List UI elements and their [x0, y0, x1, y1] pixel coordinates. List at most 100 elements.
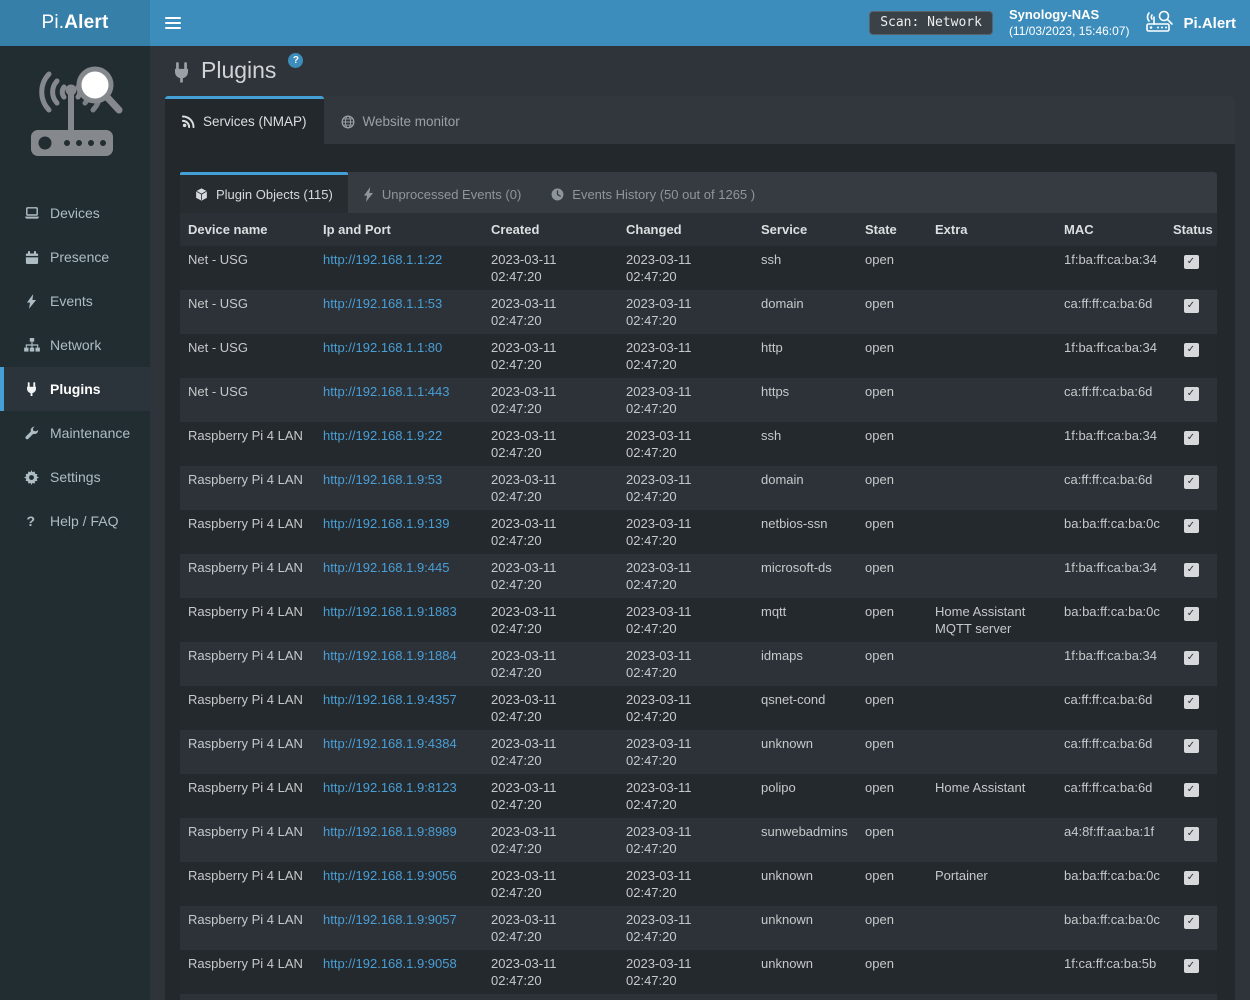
- table-row[interactable]: Raspberry Pi 4 LANhttp://192.168.1.9:898…: [180, 818, 1217, 862]
- status-checkbox[interactable]: ✓: [1184, 607, 1199, 621]
- sidebar-item-settings[interactable]: Settings: [0, 455, 150, 499]
- help-badge[interactable]: ?: [288, 53, 303, 68]
- ip-port-link[interactable]: http://192.168.1.9:53: [323, 472, 442, 487]
- mac-cell: ca:ff:ff:ca:ba:6d: [1056, 730, 1165, 774]
- ip-port-link: http://192.168.1.9:8989: [315, 818, 483, 862]
- ip-port-link[interactable]: http://192.168.1.1:80: [323, 340, 442, 355]
- status-checkbox[interactable]: ✓: [1184, 915, 1199, 929]
- table-row[interactable]: Raspberry Pi 4 LANhttp://192.168.1.9:905…: [180, 862, 1217, 906]
- device-name-cell: Net - USG: [180, 378, 315, 422]
- sidebar-item-help-faq[interactable]: ?Help / FAQ: [0, 499, 150, 543]
- brand-prefix: Pi.: [41, 12, 64, 34]
- tab-events-history[interactable]: Events History (50 out of 1265 ): [536, 172, 770, 213]
- status-checkbox[interactable]: ✓: [1184, 959, 1199, 973]
- router-scan-icon: [1145, 10, 1175, 37]
- changed-cell: 2023-03-11 02:47:20: [618, 290, 753, 334]
- ip-port-link[interactable]: http://192.168.1.9:9058: [323, 956, 457, 971]
- mac-cell: ca:ff:ff:ca:ba:6d: [1056, 466, 1165, 510]
- status-checkbox[interactable]: ✓: [1184, 387, 1199, 401]
- mac-cell: ca:ff:ff:ca:ba:6d: [1056, 686, 1165, 730]
- status-checkbox[interactable]: ✓: [1184, 431, 1199, 445]
- sidebar-item-plugins[interactable]: Plugins: [0, 367, 150, 411]
- tab-website-monitor[interactable]: Website monitor: [324, 96, 477, 144]
- ip-port-link[interactable]: http://192.168.1.9:9056: [323, 868, 457, 883]
- created-cell: 2023-03-11 02:47:20: [483, 246, 618, 290]
- ip-port-link[interactable]: http://192.168.1.9:445: [323, 560, 450, 575]
- tab-plugin-objects[interactable]: Plugin Objects (115): [180, 172, 348, 213]
- table-row[interactable]: Raspberry Pi 4 LANhttp://192.168.1.9:222…: [180, 422, 1217, 466]
- device-name-cell: Raspberry Pi 4 LAN: [180, 994, 315, 1000]
- ip-port-link[interactable]: http://192.168.1.9:9057: [323, 912, 457, 927]
- sidebar-item-maintenance[interactable]: Maintenance: [0, 411, 150, 455]
- column-header-device-name: Device name: [180, 213, 315, 246]
- state-cell: open: [857, 510, 927, 554]
- ip-port-link[interactable]: http://192.168.1.9:4384: [323, 736, 457, 751]
- table-row[interactable]: Raspberry Pi 4 LANhttp://192.168.1.9:532…: [180, 466, 1217, 510]
- app-badge: Pi.Alert: [1145, 10, 1236, 37]
- status-checkbox[interactable]: ✓: [1184, 739, 1199, 753]
- sidebar-item-devices[interactable]: Devices: [0, 191, 150, 235]
- status-checkbox[interactable]: ✓: [1184, 343, 1199, 357]
- table-row[interactable]: Net - USGhttp://192.168.1.1:532023-03-11…: [180, 290, 1217, 334]
- table-row[interactable]: Raspberry Pi 4 LANhttp://192.168.1.9:438…: [180, 730, 1217, 774]
- changed-cell: 2023-03-11 02:47:20: [618, 246, 753, 290]
- status-checkbox[interactable]: ✓: [1184, 475, 1199, 489]
- sidebar-toggle-button[interactable]: [150, 0, 196, 46]
- ip-port-link[interactable]: http://192.168.1.9:4357: [323, 692, 457, 707]
- ip-port-link[interactable]: http://192.168.1.9:139: [323, 516, 450, 531]
- status-checkbox[interactable]: ✓: [1184, 783, 1199, 797]
- status-checkbox[interactable]: ✓: [1184, 651, 1199, 665]
- table-row[interactable]: Raspberry Pi 4 LANhttp://192.168.1.9:905…: [180, 950, 1217, 994]
- ip-port-link[interactable]: http://192.168.1.9:1884: [323, 648, 457, 663]
- table-row[interactable]: Raspberry Pi 4 LANhttp://192.168.1.9:139…: [180, 510, 1217, 554]
- status-checkbox[interactable]: ✓: [1184, 563, 1199, 577]
- services-panel: Plugin Objects (115)Unprocessed Events (…: [165, 144, 1235, 1000]
- table-row[interactable]: Raspberry Pi 4 LANhttp://192.168.1.9:905…: [180, 906, 1217, 950]
- table-row[interactable]: Raspberry Pi 4 LANhttp://192.168.1.9:812…: [180, 774, 1217, 818]
- ip-port-link[interactable]: http://192.168.1.1:443: [323, 384, 450, 399]
- status-cell: ✓: [1165, 862, 1217, 906]
- ip-port-link[interactable]: http://192.168.1.9:1883: [323, 604, 457, 619]
- state-cell: open: [857, 378, 927, 422]
- ip-port-link: http://192.168.1.9:4357: [315, 686, 483, 730]
- service-cell: polipo: [753, 774, 857, 818]
- device-name-cell: Raspberry Pi 4 LAN: [180, 554, 315, 598]
- status-checkbox[interactable]: ✓: [1184, 299, 1199, 313]
- tab-unprocessed-events[interactable]: Unprocessed Events (0): [348, 172, 536, 213]
- sidebar-item-label: Plugins: [50, 381, 101, 397]
- table-row[interactable]: Raspberry Pi 4 LANhttp://192.168.1.9:435…: [180, 686, 1217, 730]
- mac-cell: ba:ba:ff:ca:ba:0c: [1056, 994, 1165, 1000]
- ip-port-link[interactable]: http://192.168.1.9:8989: [323, 824, 457, 839]
- table-row[interactable]: Net - USGhttp://192.168.1.1:222023-03-11…: [180, 246, 1217, 290]
- status-checkbox[interactable]: ✓: [1184, 827, 1199, 841]
- created-cell: 2023-03-11 02:47:20: [483, 554, 618, 598]
- status-checkbox[interactable]: ✓: [1184, 871, 1199, 885]
- created-cell: 2023-03-11 02:47:20: [483, 466, 618, 510]
- sidebar-item-network[interactable]: Network: [0, 323, 150, 367]
- service-cell: qsnet-cond: [753, 686, 857, 730]
- service-cell: domain: [753, 290, 857, 334]
- table-row[interactable]: Net - USGhttp://192.168.1.1:4432023-03-1…: [180, 378, 1217, 422]
- created-cell: 2023-03-11 02:47:20: [483, 906, 618, 950]
- ip-port-link[interactable]: http://192.168.1.1:53: [323, 296, 442, 311]
- table-row[interactable]: Raspberry Pi 4 LANhttp://192.168.1.9:188…: [180, 598, 1217, 642]
- changed-cell: 2023-03-11 02:47:20: [618, 334, 753, 378]
- status-checkbox[interactable]: ✓: [1184, 695, 1199, 709]
- status-cell: ✓: [1165, 246, 1217, 290]
- ip-port-link[interactable]: http://192.168.1.1:22: [323, 252, 442, 267]
- created-cell: 2023-03-11 02:47:20: [483, 730, 618, 774]
- ip-port-link[interactable]: http://192.168.1.9:8123: [323, 780, 457, 795]
- plugin-card: Plugin Objects (115)Unprocessed Events (…: [180, 172, 1217, 1000]
- status-checkbox[interactable]: ✓: [1184, 519, 1199, 533]
- tab-services-nmap[interactable]: Services (NMAP): [165, 96, 324, 144]
- status-checkbox[interactable]: ✓: [1184, 255, 1199, 269]
- table-row[interactable]: Net - USGhttp://192.168.1.1:802023-03-11…: [180, 334, 1217, 378]
- table-row[interactable]: Raspberry Pi 4 LANhttp://192.168.1.9:188…: [180, 642, 1217, 686]
- table-row[interactable]: Raspberry Pi 4 LANhttp://192.168.1.9:999…: [180, 994, 1217, 1000]
- ip-port-link[interactable]: http://192.168.1.9:22: [323, 428, 442, 443]
- state-cell: open: [857, 730, 927, 774]
- status-cell: ✓: [1165, 642, 1217, 686]
- sidebar-item-events[interactable]: Events: [0, 279, 150, 323]
- table-row[interactable]: Raspberry Pi 4 LAN http://192.168.1.9:445…: [180, 554, 1217, 598]
- sidebar-item-presence[interactable]: Presence: [0, 235, 150, 279]
